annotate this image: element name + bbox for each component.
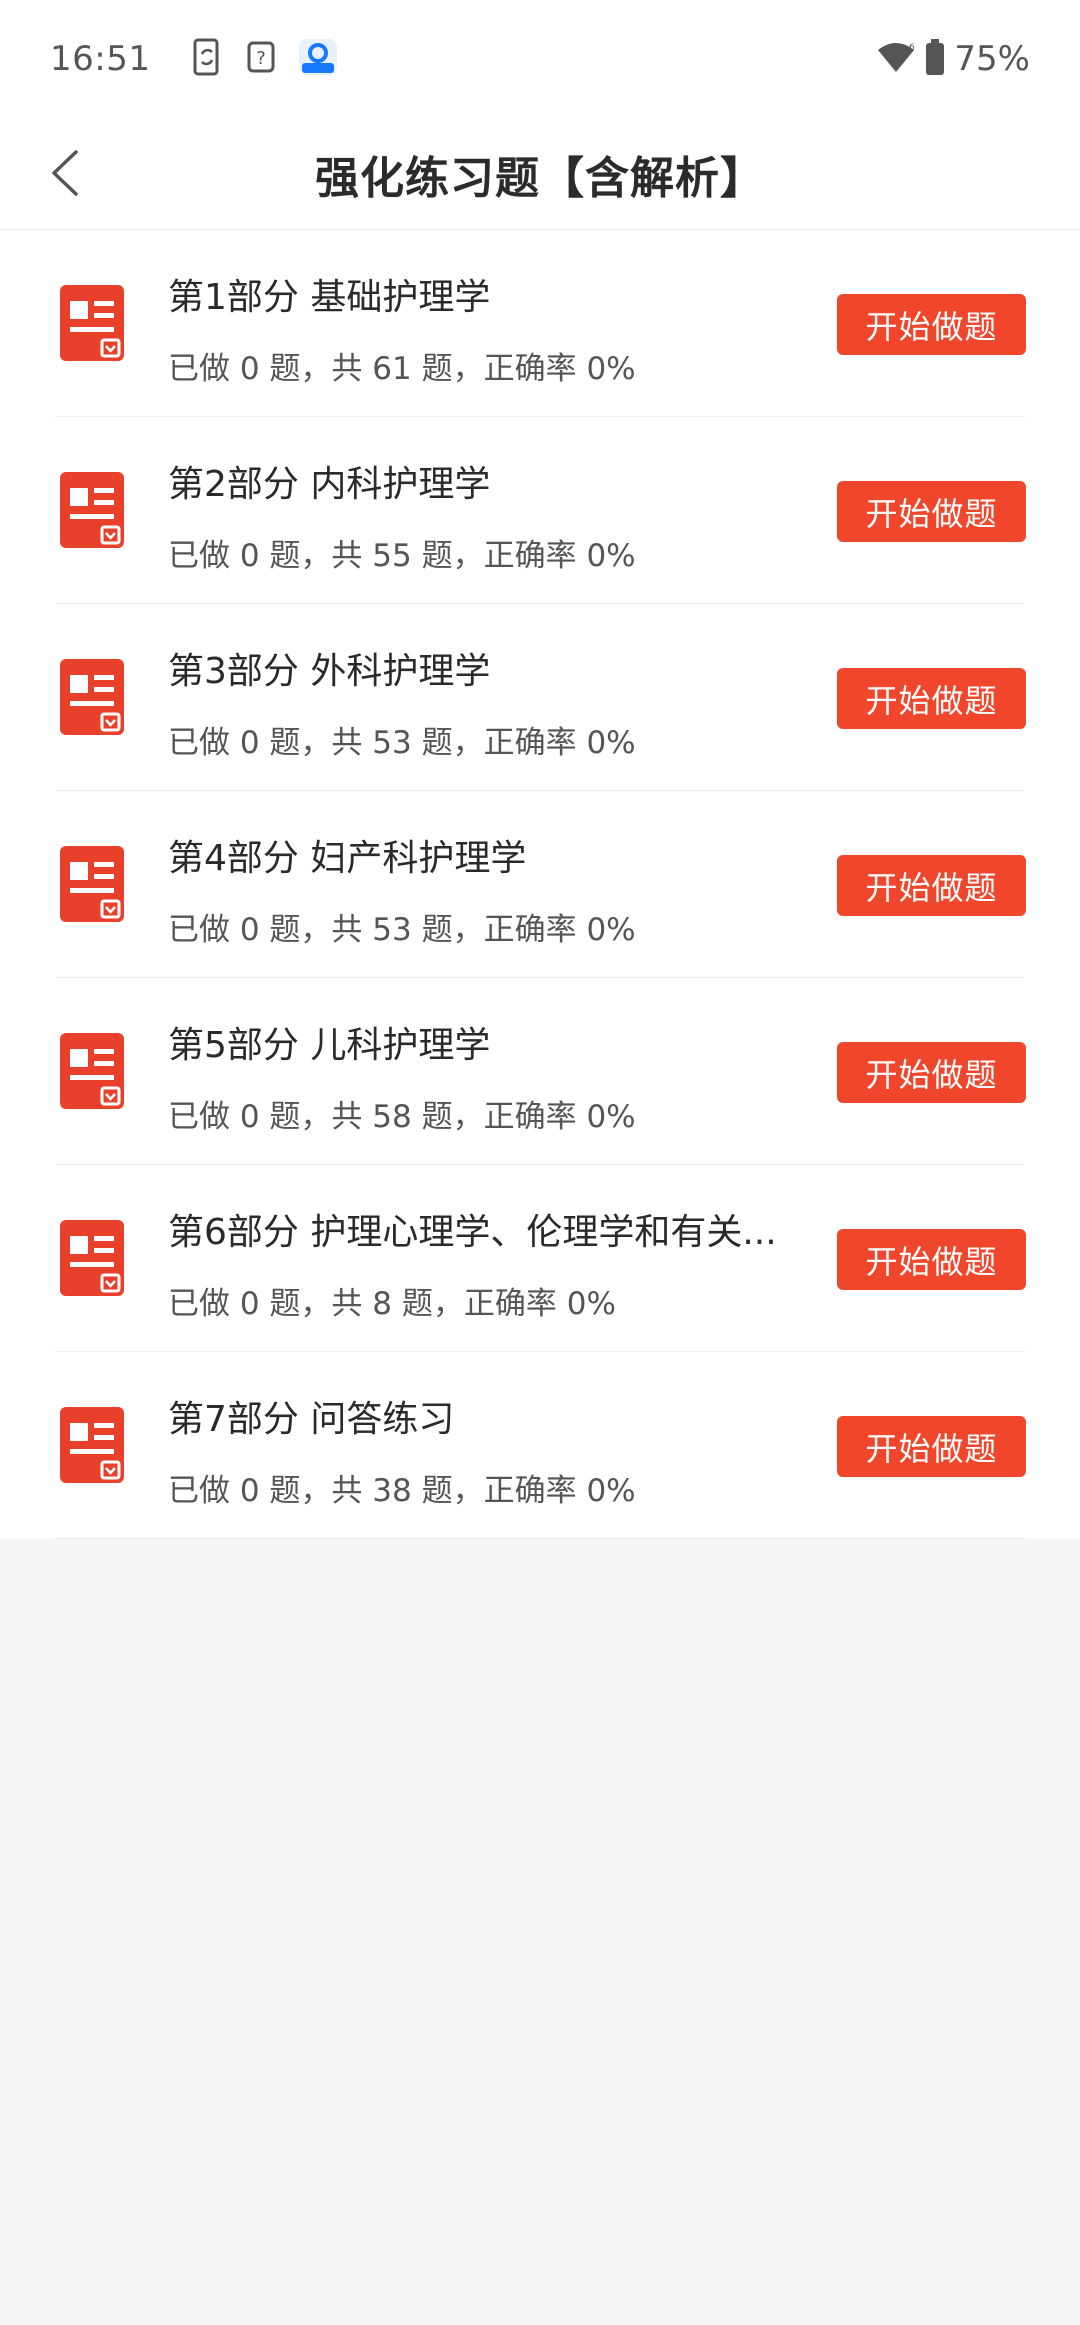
section-title: 第6部分 护理心理学、伦理学和有关... <box>168 1212 777 1253</box>
svg-text:6: 6 <box>909 43 915 53</box>
start-quiz-button[interactable]: 开始做题 <box>837 668 1026 729</box>
list-item[interactable]: 第5部分 儿科护理学 已做 0 题，共 58 题，正确率 0% 开始做题 <box>0 978 1080 1165</box>
svg-text:?: ? <box>257 48 267 69</box>
chevron-left-icon <box>48 148 82 202</box>
section-list: 第1部分 基础护理学 已做 0 题，共 61 题，正确率 0% 开始做题 第2部… <box>0 230 1080 1539</box>
question-box-icon: ? <box>246 40 276 78</box>
wifi-icon: 6 <box>876 40 916 78</box>
start-quiz-button[interactable]: 开始做题 <box>837 1416 1026 1477</box>
document-icon <box>58 1031 128 1113</box>
list-item[interactable]: 第4部分 妇产科护理学 已做 0 题，共 53 题，正确率 0% 开始做题 <box>0 791 1080 978</box>
screen: 16:51 ? 6 75% 强化练习题【含解析】 第1部分 基础护理学 已做 0… <box>0 0 1080 2325</box>
status-bar: 16:51 ? 6 75% <box>0 0 1080 118</box>
document-icon <box>58 844 128 926</box>
document-icon <box>58 283 128 365</box>
phone-sync-icon <box>190 38 224 80</box>
list-item[interactable]: 第6部分 护理心理学、伦理学和有关... 已做 0 题，共 8 题，正确率 0%… <box>0 1165 1080 1352</box>
status-notification-icons: ? <box>190 38 338 80</box>
section-progress: 已做 0 题，共 8 题，正确率 0% <box>168 1286 616 1322</box>
list-item[interactable]: 第3部分 外科护理学 已做 0 题，共 53 题，正确率 0% 开始做题 <box>0 604 1080 791</box>
section-title: 第1部分 基础护理学 <box>168 277 491 318</box>
section-title: 第2部分 内科护理学 <box>168 464 491 505</box>
nav-bar: 强化练习题【含解析】 <box>0 118 1080 230</box>
section-title: 第4部分 妇产科护理学 <box>168 838 527 879</box>
section-progress: 已做 0 题，共 55 题，正确率 0% <box>168 538 636 574</box>
section-progress: 已做 0 题，共 58 题，正确率 0% <box>168 1099 636 1135</box>
section-progress: 已做 0 题，共 38 题，正确率 0% <box>168 1473 636 1509</box>
section-title: 第5部分 儿科护理学 <box>168 1025 491 1066</box>
document-icon <box>58 1405 128 1487</box>
battery-icon <box>924 38 946 80</box>
battery-percentage: 75% <box>954 39 1030 79</box>
start-quiz-button[interactable]: 开始做题 <box>837 1229 1026 1290</box>
section-progress: 已做 0 题，共 61 题，正确率 0% <box>168 351 636 387</box>
status-time: 16:51 <box>50 39 151 79</box>
list-item[interactable]: 第2部分 内科护理学 已做 0 题，共 55 题，正确率 0% 开始做题 <box>0 417 1080 604</box>
back-button[interactable] <box>30 140 100 210</box>
start-quiz-button[interactable]: 开始做题 <box>837 481 1026 542</box>
divider <box>55 1538 1025 1539</box>
list-item[interactable]: 第1部分 基础护理学 已做 0 题，共 61 题，正确率 0% 开始做题 <box>0 230 1080 417</box>
section-progress: 已做 0 题，共 53 题，正确率 0% <box>168 725 636 761</box>
section-progress: 已做 0 题，共 53 题，正确率 0% <box>168 912 636 948</box>
document-icon <box>58 1218 128 1300</box>
start-quiz-button[interactable]: 开始做题 <box>837 855 1026 916</box>
list-item[interactable]: 第7部分 问答练习 已做 0 题，共 38 题，正确率 0% 开始做题 <box>0 1352 1080 1539</box>
app-notification-icon <box>298 38 338 80</box>
page-title: 强化练习题【含解析】 <box>315 152 765 204</box>
section-title: 第7部分 问答练习 <box>168 1399 455 1440</box>
document-icon <box>58 470 128 552</box>
start-quiz-button[interactable]: 开始做题 <box>837 1042 1026 1103</box>
section-title: 第3部分 外科护理学 <box>168 651 491 692</box>
start-quiz-button[interactable]: 开始做题 <box>837 294 1026 355</box>
document-icon <box>58 657 128 739</box>
status-right: 6 75% <box>876 38 1030 80</box>
